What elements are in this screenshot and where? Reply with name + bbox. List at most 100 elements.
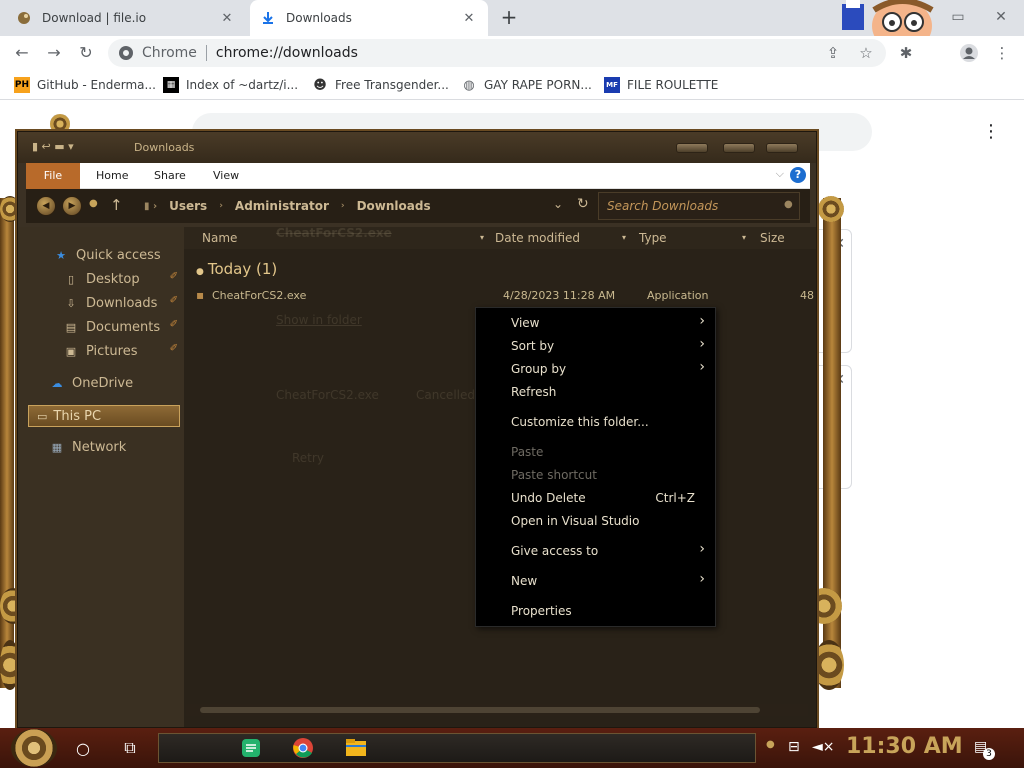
bookmark-file-roulette[interactable]: MF FILE ROULETTE — [604, 76, 718, 94]
recent-locations-icon[interactable]: ● — [89, 198, 98, 209]
navigation-pane: ★ Quick access ▯ Desktop ✐ ⇩ Downloads ✐… — [18, 227, 184, 727]
breadcrumb-downloads[interactable]: Downloads — [357, 199, 431, 213]
submenu-arrow-icon: › — [699, 313, 705, 329]
quick-access-toolbar[interactable]: ▮ ↩ ▬ ▾ — [32, 140, 74, 153]
search-icon[interactable]: ● — [784, 199, 793, 210]
close-tab-icon[interactable]: ✕ — [460, 9, 478, 27]
bookmark-gay-rape[interactable]: ◍ GAY RAPE PORN... — [461, 76, 592, 94]
breadcrumb[interactable]: ▮ › Users › Administrator › Downloads — [144, 192, 570, 220]
grid-favicon-icon: ▦ — [163, 77, 179, 93]
search-circle-icon[interactable]: ○ — [71, 736, 95, 760]
menu-item-give-access[interactable]: Give access to — [511, 544, 598, 558]
horizontal-scrollbar[interactable] — [186, 704, 808, 716]
menu-item-customize-folder[interactable]: Customize this folder... — [511, 415, 649, 429]
tab-home[interactable]: Home — [96, 163, 128, 189]
network-tray-icon[interactable]: ⊟ — [788, 739, 800, 755]
refresh-icon[interactable]: ↻ — [577, 196, 589, 212]
breadcrumb-administrator[interactable]: Administrator — [235, 199, 329, 213]
sort-arrow-icon[interactable]: ▾ — [622, 233, 626, 242]
nav-desktop[interactable]: ▯ Desktop ✐ — [64, 269, 182, 289]
notes-app-icon[interactable] — [239, 736, 263, 760]
sort-arrow-icon[interactable]: ▾ — [742, 233, 746, 242]
extensions-puzzle-icon[interactable]: ✱ — [896, 43, 916, 63]
nav-quick-access[interactable]: ★ Quick access — [54, 245, 161, 265]
tab-file-io[interactable]: Download | file.io ✕ — [6, 0, 246, 36]
nav-this-pc[interactable]: ▭ This PC — [28, 405, 180, 427]
menu-item-properties[interactable]: Properties — [511, 604, 572, 618]
column-date-modified[interactable]: Date modified — [495, 231, 580, 245]
tray-overflow-icon[interactable]: ● — [766, 739, 775, 750]
explorer-title-bar[interactable]: ▮ ↩ ▬ ▾ Downloads — [18, 132, 816, 163]
share-icon[interactable]: ⇪ — [823, 43, 843, 63]
address-dropdown-icon[interactable]: ⌄ — [553, 197, 563, 211]
group-label: Today (1) — [207, 260, 278, 278]
column-size[interactable]: Size — [760, 231, 785, 245]
bookmark-label: FILE ROULETTE — [627, 78, 719, 92]
minimize-button[interactable] — [676, 143, 708, 153]
menu-item-new[interactable]: New — [511, 574, 537, 588]
chrome-app-icon[interactable] — [291, 736, 315, 760]
scrollbar-thumb[interactable] — [200, 707, 760, 713]
menu-item-undo-delete[interactable]: Undo Delete — [511, 491, 586, 505]
back-arrow-icon[interactable]: ← — [10, 41, 34, 65]
pin-icon: ✐ — [169, 343, 178, 354]
nav-downloads[interactable]: ⇩ Downloads ✐ — [64, 293, 182, 313]
back-nav-icon[interactable]: ◀ — [36, 196, 56, 216]
start-button-gear-icon[interactable] — [11, 729, 57, 767]
help-icon[interactable]: ? — [790, 167, 806, 183]
task-view-icon[interactable]: ⧉ — [118, 736, 142, 760]
kebab-menu-icon[interactable]: ⋮ — [992, 43, 1012, 63]
explorer-search-input[interactable]: Search Downloads — [598, 192, 800, 220]
breadcrumb-users[interactable]: Users — [169, 199, 207, 213]
reload-icon[interactable]: ↻ — [74, 41, 98, 65]
tab-view[interactable]: View — [213, 163, 239, 189]
mf-favicon-icon: MF — [604, 77, 620, 93]
menu-item-refresh[interactable]: Refresh — [511, 385, 556, 399]
tab-downloads[interactable]: Downloads ✕ — [250, 0, 488, 36]
maximize-button[interactable] — [723, 143, 755, 153]
volume-muted-icon[interactable]: ◄× — [812, 739, 835, 755]
nav-label: This PC — [53, 408, 102, 424]
up-arrow-icon[interactable]: ↑ — [110, 196, 123, 214]
url-text: chrome://downloads — [215, 45, 358, 61]
profile-avatar-icon[interactable] — [959, 43, 979, 63]
taskbar-clock[interactable]: 11:30 AM — [846, 734, 963, 759]
nav-network[interactable]: ▦ Network — [50, 437, 126, 457]
bookmark-free-transgender[interactable]: ☻ Free Transgender... — [312, 76, 449, 94]
bookmarks-bar: PH GitHub - Enderma... ▦ Index of ~dartz… — [0, 70, 1024, 100]
column-type[interactable]: Type — [639, 231, 667, 245]
nav-documents[interactable]: ▤ Documents ✐ — [64, 317, 182, 337]
bookmark-github[interactable]: PH GitHub - Enderma... — [14, 76, 156, 94]
close-tab-icon[interactable]: ✕ — [218, 9, 236, 27]
nav-label: Network — [72, 439, 127, 455]
undo-shortcut: Ctrl+Z — [655, 491, 695, 505]
restore-window-icon[interactable]: ▭ — [946, 6, 970, 30]
menu-item-group-by[interactable]: Group by — [511, 362, 566, 376]
bookmark-index-dartz[interactable]: ▦ Index of ~dartz/i... — [163, 76, 298, 94]
close-button[interactable] — [766, 143, 798, 153]
close-window-icon[interactable]: ✕ — [989, 6, 1013, 30]
address-bar[interactable]: Chrome chrome://downloads — [108, 39, 886, 67]
tab-file[interactable]: File — [26, 163, 80, 189]
file-row[interactable]: ▪ CheatForCS2.exe 4/28/2023 11:28 AM App… — [194, 287, 814, 307]
downloads-menu-icon[interactable]: ⋮ — [982, 121, 1000, 142]
menu-item-view[interactable]: View — [511, 316, 539, 330]
forward-nav-icon[interactable]: ▶ — [62, 196, 82, 216]
star-icon: ★ — [56, 248, 66, 262]
new-tab-button[interactable]: + — [498, 7, 520, 29]
ph-favicon-icon: PH — [14, 77, 30, 93]
menu-item-open-visual-studio[interactable]: Open in Visual Studio — [511, 514, 639, 528]
forward-arrow-icon[interactable]: → — [42, 41, 66, 65]
column-name[interactable]: Name — [202, 231, 237, 245]
bookmark-star-icon[interactable]: ☆ — [856, 43, 876, 63]
ghost-retry-button: Retry — [292, 451, 324, 465]
nav-pictures[interactable]: ▣ Pictures ✐ — [64, 341, 182, 361]
nav-onedrive[interactable]: ☁ OneDrive — [50, 373, 134, 393]
sort-arrow-icon[interactable]: ▾ — [480, 233, 484, 242]
expand-ribbon-icon[interactable]: ⌵ — [776, 167, 784, 181]
tab-share[interactable]: Share — [154, 163, 186, 189]
file-explorer-app-icon[interactable] — [344, 736, 368, 760]
menu-item-sort-by[interactable]: Sort by — [511, 339, 554, 353]
breadcrumb-separator-icon: › — [219, 201, 223, 211]
group-header[interactable]: ● Today (1) — [196, 260, 277, 278]
